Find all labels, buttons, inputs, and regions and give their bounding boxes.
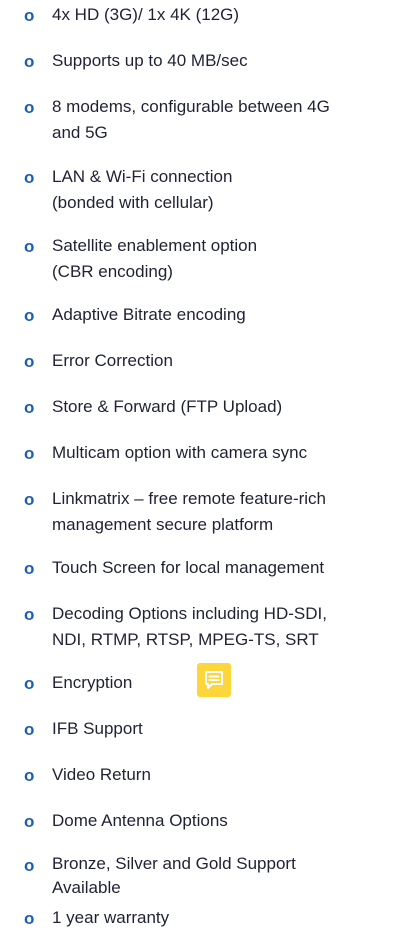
feature-line: Touch Screen for local management xyxy=(52,558,325,577)
feature-text: Error Correction xyxy=(52,348,406,374)
bullet: o xyxy=(24,6,35,25)
feature-line: Available xyxy=(52,878,121,897)
feature-text: 4x HD (3G)/ 1x 4K (12G) xyxy=(52,2,406,28)
feature-line: Supports up to 40 MB/sec xyxy=(52,51,248,70)
feature-text: Dome Antenna Options xyxy=(52,808,406,834)
feature-line: Dome Antenna Options xyxy=(52,811,228,830)
feature-line: LAN & Wi-Fi connection xyxy=(52,167,233,186)
feature-text: Satellite enablement option (CBR encodin… xyxy=(52,233,406,285)
feature-text: Touch Screen for local management xyxy=(52,555,406,581)
feature-text: 1 year warranty xyxy=(52,905,406,931)
bullet: o xyxy=(24,352,35,371)
feature-text: LAN & Wi-Fi connection (bonded with cell… xyxy=(52,164,406,216)
feature-line: Error Correction xyxy=(52,351,173,370)
feature-line: and 5G xyxy=(52,123,108,142)
feature-text: 8 modems, configurable between 4G and 5G xyxy=(52,94,406,146)
bullet: o xyxy=(24,720,35,739)
feature-line: (bonded with cellular) xyxy=(52,193,214,212)
bullet: o xyxy=(24,766,35,785)
feature-line: management secure platform xyxy=(52,515,274,534)
bullet: o xyxy=(24,812,35,831)
feature-text: Adaptive Bitrate encoding xyxy=(52,302,406,328)
bullet: o xyxy=(24,490,35,509)
feature-line: 1 year warranty xyxy=(52,908,170,927)
feature-line: Satellite enablement option xyxy=(52,236,258,255)
feature-text: Store & Forward (FTP Upload) xyxy=(52,394,406,420)
feature-text: Linkmatrix – free remote feature-rich ma… xyxy=(52,486,406,538)
feature-line: Video Return xyxy=(52,765,151,784)
bullet: o xyxy=(24,444,35,463)
feature-line: Decoding Options including HD-SDI, xyxy=(52,604,327,623)
feature-line: 4x HD (3G)/ 1x 4K (12G) xyxy=(52,5,240,24)
bullet: o xyxy=(24,605,35,624)
feature-text: Decoding Options including HD-SDI, NDI, … xyxy=(52,601,406,653)
feature-line: NDI, RTMP, RTSP, MPEG-TS, SRT xyxy=(52,630,319,649)
feature-line: Linkmatrix – free remote feature-rich xyxy=(52,489,326,508)
feature-line: 8 modems, configurable between 4G xyxy=(52,97,330,116)
feature-line: IFB Support xyxy=(52,719,143,738)
bullet: o xyxy=(24,168,35,187)
bullet: o xyxy=(24,306,35,325)
bullet: o xyxy=(24,674,35,693)
feature-text: Encryption xyxy=(52,663,406,697)
feature-line: Store & Forward (FTP Upload) xyxy=(52,397,283,416)
feature-text: Supports up to 40 MB/sec xyxy=(52,48,406,74)
feature-line: (CBR encoding) xyxy=(52,262,173,281)
bullet: o xyxy=(24,856,35,875)
feature-text: IFB Support xyxy=(52,716,406,742)
bullet: o xyxy=(24,909,35,928)
comment-icon[interactable] xyxy=(197,663,231,697)
bullet: o xyxy=(24,398,35,417)
bullet: o xyxy=(24,237,35,256)
feature-line: Adaptive Bitrate encoding xyxy=(52,305,246,324)
feature-text: Bronze, Silver and Gold Support Available xyxy=(52,852,406,900)
feature-text: Multicam option with camera sync xyxy=(52,440,406,466)
bullet: o xyxy=(24,52,35,71)
feature-text: Video Return xyxy=(52,762,406,788)
bullet: o xyxy=(24,559,35,578)
bullet: o xyxy=(24,98,35,117)
feature-line: Multicam option with camera sync xyxy=(52,443,308,462)
feature-line: Bronze, Silver and Gold Support xyxy=(52,854,296,873)
